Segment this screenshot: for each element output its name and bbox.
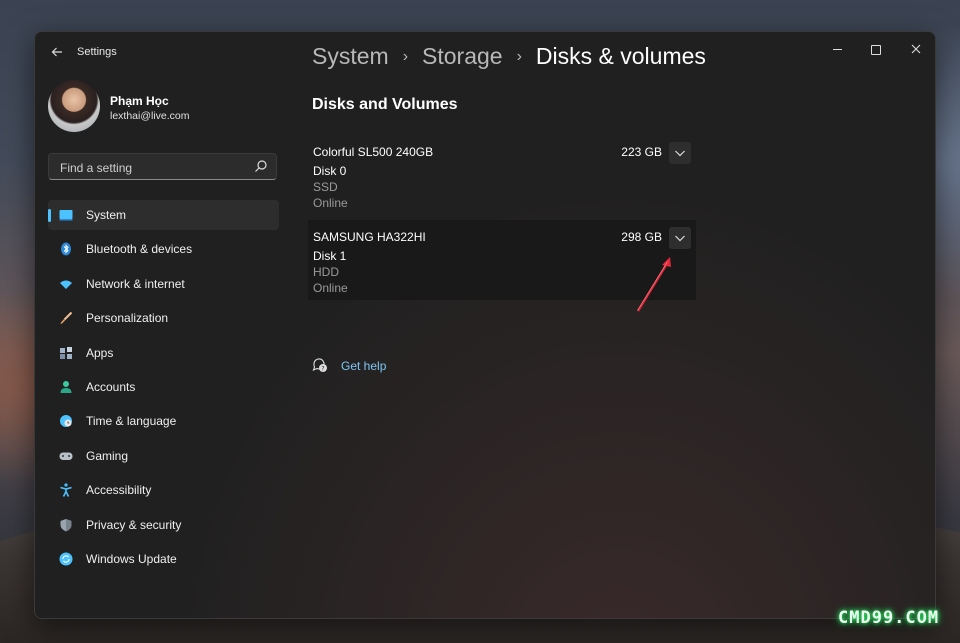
minimize-button[interactable] — [825, 39, 849, 59]
sidebar-item-windows-update[interactable]: Windows Update — [48, 544, 279, 574]
sidebar-item-accessibility[interactable]: Accessibility — [48, 475, 279, 505]
disk-name: Colorful SL500 240GB — [313, 145, 434, 159]
maximize-icon — [871, 44, 881, 55]
sidebar-item-label: Windows Update — [86, 551, 177, 566]
system-icon — [59, 210, 73, 221]
disk-type: HDD — [313, 265, 339, 279]
globe-clock-icon — [60, 415, 72, 428]
annotation-arrow — [637, 257, 671, 312]
disk-number: Disk 0 — [313, 164, 347, 178]
page-title: Disks & volumes — [535, 43, 706, 69]
breadcrumb-storage[interactable]: Storage — [422, 43, 503, 69]
bluetooth-icon — [61, 242, 71, 256]
gamepad-icon — [59, 452, 73, 460]
disk-status: Online — [313, 196, 348, 210]
sidebar-item-system[interactable]: System — [48, 200, 279, 230]
shield-icon — [60, 518, 72, 532]
watermark: CMD99.COM — [838, 608, 940, 628]
search-box[interactable] — [48, 153, 277, 180]
sidebar-item-label: Accounts — [86, 379, 136, 394]
disk-status: Online — [313, 281, 348, 295]
sidebar-item-label: Network & internet — [86, 276, 185, 291]
sidebar-item-accounts[interactable]: Accounts — [48, 372, 279, 402]
chevron-down-icon — [675, 235, 685, 242]
close-button[interactable] — [904, 39, 928, 59]
help-chat-icon: ? — [312, 358, 327, 372]
apps-icon — [60, 346, 72, 359]
disk-size: 298 GB — [621, 230, 662, 244]
person-icon — [60, 380, 72, 393]
svg-text:?: ? — [321, 365, 324, 372]
back-arrow-icon — [51, 47, 62, 57]
back-button[interactable] — [47, 42, 67, 62]
user-email: lexthai@live.com — [110, 110, 190, 122]
help-link-label[interactable]: Get help — [341, 359, 386, 373]
sidebar-item-network[interactable]: Network & internet — [48, 269, 279, 299]
disk-row[interactable]: Colorful SL500 240GB 223 GB Disk 0 SSD O… — [308, 135, 696, 215]
search-icon[interactable] — [254, 159, 268, 173]
minimize-icon — [832, 49, 842, 51]
wifi-icon — [60, 280, 72, 289]
sidebar-item-label: Privacy & security — [86, 517, 182, 532]
search-input[interactable] — [58, 158, 252, 177]
update-icon — [59, 552, 73, 566]
sidebar-item-label: Time & language — [86, 414, 177, 429]
breadcrumb: System › Storage › Disks & volumes — [312, 43, 706, 70]
sidebar-item-label: Gaming — [86, 448, 129, 463]
sidebar-item-apps[interactable]: Apps — [48, 338, 279, 368]
app-title: Settings — [77, 46, 117, 58]
sidebar-item-bluetooth[interactable]: Bluetooth & devices — [48, 234, 279, 264]
brush-icon — [60, 311, 73, 325]
expand-button[interactable] — [669, 142, 691, 164]
disk-number: Disk 1 — [313, 249, 347, 263]
disk-name: SAMSUNG HA322HI — [313, 230, 426, 244]
disk-type: SSD — [313, 180, 338, 194]
settings-window: Settings Phạm Học lexthai@live.com Syste… — [34, 31, 936, 619]
breadcrumb-system[interactable]: System — [312, 43, 389, 69]
sidebar-item-gaming[interactable]: Gaming — [48, 441, 279, 471]
sidebar-item-label: Apps — [86, 345, 114, 360]
user-name: Phạm Học — [110, 94, 169, 108]
sidebar-item-privacy[interactable]: Privacy & security — [48, 510, 279, 540]
disk-size: 223 GB — [621, 145, 662, 159]
expand-button[interactable] — [669, 227, 691, 249]
close-icon — [911, 44, 921, 54]
sidebar-item-personalization[interactable]: Personalization — [48, 303, 279, 333]
chevron-down-icon — [675, 150, 685, 157]
breadcrumb-separator: › — [402, 48, 409, 65]
sidebar-item-label: Bluetooth & devices — [86, 242, 193, 257]
avatar[interactable] — [48, 80, 100, 132]
accessibility-icon — [60, 483, 72, 497]
breadcrumb-separator: › — [516, 48, 522, 65]
sidebar-item-label: Personalization — [86, 311, 169, 326]
sidebar-item-label: System — [86, 208, 127, 222]
sidebar-nav: System Bluetooth & devices Network & int… — [48, 200, 279, 578]
section-title: Disks and Volumes — [312, 96, 458, 113]
maximize-button[interactable] — [864, 39, 888, 59]
sidebar-item-time-language[interactable]: Time & language — [48, 406, 279, 436]
sidebar-item-label: Accessibility — [86, 483, 152, 498]
